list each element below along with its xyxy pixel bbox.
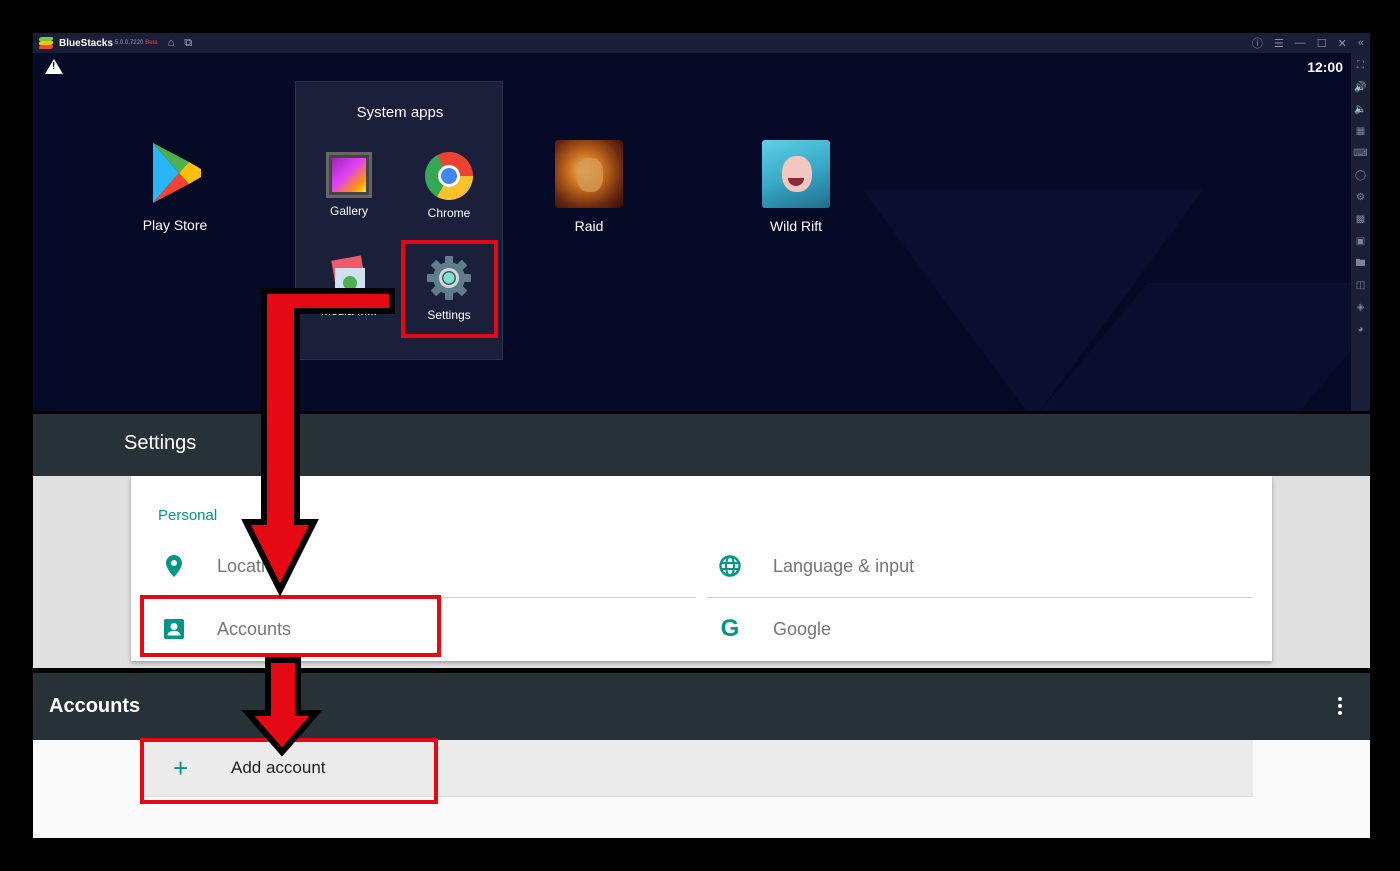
folder-title: System apps <box>356 104 444 121</box>
app-chrome[interactable]: Chrome <box>404 152 494 220</box>
divider <box>201 597 696 598</box>
side-toolbar: ⛶ 🔊 🔈 ▦ ⌨ ◯ ⚙ ▩ ▣ 🖿 ◫ ◈ ◕ <box>1351 53 1370 411</box>
apk-install-icon[interactable]: ▩ <box>1356 213 1365 227</box>
add-account-button[interactable]: + Add account <box>143 740 1253 797</box>
account-box-icon <box>161 619 187 639</box>
chrome-icon <box>425 152 473 200</box>
app-gallery[interactable]: Gallery <box>304 152 394 218</box>
gallery-icon <box>326 152 372 198</box>
bluestacks-logo-icon <box>38 37 55 49</box>
keyboard-icon[interactable]: ⌨ <box>1353 147 1367 161</box>
app-raid[interactable]: Raid <box>534 140 644 234</box>
app-name: BlueStacks <box>59 37 113 49</box>
app-label: Play Store <box>142 217 208 233</box>
multi-instance-icon[interactable]: ⧉ <box>184 33 192 53</box>
rotate-icon[interactable]: ◫ <box>1356 279 1365 293</box>
app-label: Settings <box>427 308 471 322</box>
keymap-icon[interactable]: ▦ <box>1356 125 1365 139</box>
performance-icon[interactable]: ◕ <box>1357 323 1363 337</box>
settings-item-label: Google <box>773 618 832 639</box>
layers-icon[interactable]: ◈ <box>1357 301 1365 315</box>
section-header-personal: Personal <box>158 507 218 524</box>
app-channel: Beta <box>145 40 158 46</box>
system-apps-folder: System apps Gallery Chrome Media M... Se… <box>295 81 503 360</box>
settings-card: Personal Locati Language & input Account… <box>131 476 1272 661</box>
volume-down-icon[interactable]: 🔈 <box>1354 103 1366 117</box>
accounts-screen: Accounts + Add account <box>33 673 1370 838</box>
app-version: 5.0.0.7220 <box>114 40 144 46</box>
play-store-icon <box>141 139 209 207</box>
maximize-icon[interactable]: ☐ <box>1317 37 1327 50</box>
status-clock: 12:00 <box>1307 59 1343 75</box>
screenshot-icon[interactable]: ▣ <box>1356 235 1365 249</box>
bluestacks-window: BlueStacks 5.0.0.7220 Beta ⌂ ⧉ ⓘ ☰ — ☐ ✕… <box>33 33 1370 411</box>
accounts-title: Accounts <box>49 695 141 717</box>
settings-item-location[interactable]: Locati <box>161 538 265 594</box>
settings-gear-icon <box>425 254 473 302</box>
app-label: Chrome <box>427 206 471 220</box>
accounts-app-bar: Accounts <box>33 673 1370 740</box>
gamepad-icon[interactable]: ⚙ <box>1356 191 1365 205</box>
settings-item-label: Locati <box>217 555 266 576</box>
settings-item-google[interactable]: G Google <box>717 601 831 657</box>
close-icon[interactable]: ✕ <box>1338 37 1347 50</box>
settings-title: Settings <box>124 432 197 454</box>
app-wild-rift[interactable]: Wild Rift <box>741 140 851 234</box>
settings-item-accounts[interactable]: Accounts <box>161 601 291 657</box>
collapse-sidebar-icon[interactable]: « <box>1358 37 1364 49</box>
plus-icon: + <box>173 753 189 783</box>
wild-rift-icon <box>762 140 830 208</box>
add-account-label: Add account <box>231 758 326 777</box>
app-play-store[interactable]: Play Store <box>120 139 230 233</box>
help-icon[interactable]: ⓘ <box>1252 35 1263 51</box>
macro-icon[interactable]: ◯ <box>1355 169 1366 183</box>
folder-icon[interactable]: 🖿 <box>1356 257 1366 271</box>
home-icon[interactable]: ⌂ <box>168 33 175 53</box>
settings-screen: Settings Personal Locati Language & inpu… <box>33 414 1370 668</box>
app-media-manager[interactable]: Media M... <box>304 254 394 318</box>
app-label: Raid <box>574 218 604 234</box>
globe-icon <box>717 555 743 577</box>
settings-item-language-input[interactable]: Language & input <box>717 538 914 594</box>
media-manager-icon <box>329 254 369 298</box>
google-g-icon: G <box>720 615 740 642</box>
location-pin-icon <box>161 555 187 577</box>
more-vert-icon[interactable] <box>1337 697 1343 717</box>
app-label: Wild Rift <box>769 218 823 234</box>
settings-item-label: Language & input <box>773 555 915 576</box>
divider <box>707 597 1252 598</box>
warning-icon[interactable] <box>45 59 63 74</box>
app-label: Media M... <box>320 304 377 318</box>
tutorial-composite: BlueStacks 5.0.0.7220 Beta ⌂ ⧉ ⓘ ☰ — ☐ ✕… <box>0 0 1400 871</box>
app-label: Gallery <box>329 204 368 218</box>
app-settings[interactable]: Settings <box>404 254 494 322</box>
volume-up-icon[interactable]: 🔊 <box>1354 81 1366 95</box>
settings-item-label: Accounts <box>217 618 292 639</box>
raid-icon <box>555 140 623 208</box>
fullscreen-icon[interactable]: ⛶ <box>1357 59 1364 73</box>
menu-icon[interactable]: ☰ <box>1274 37 1284 50</box>
title-bar: BlueStacks 5.0.0.7220 Beta ⌂ ⧉ ⓘ ☰ — ☐ ✕… <box>33 33 1370 53</box>
settings-app-bar: Settings <box>33 414 1370 476</box>
android-home-screen: 12:00 Play Store Raid <box>33 53 1351 411</box>
minimize-icon[interactable]: — <box>1295 37 1306 49</box>
